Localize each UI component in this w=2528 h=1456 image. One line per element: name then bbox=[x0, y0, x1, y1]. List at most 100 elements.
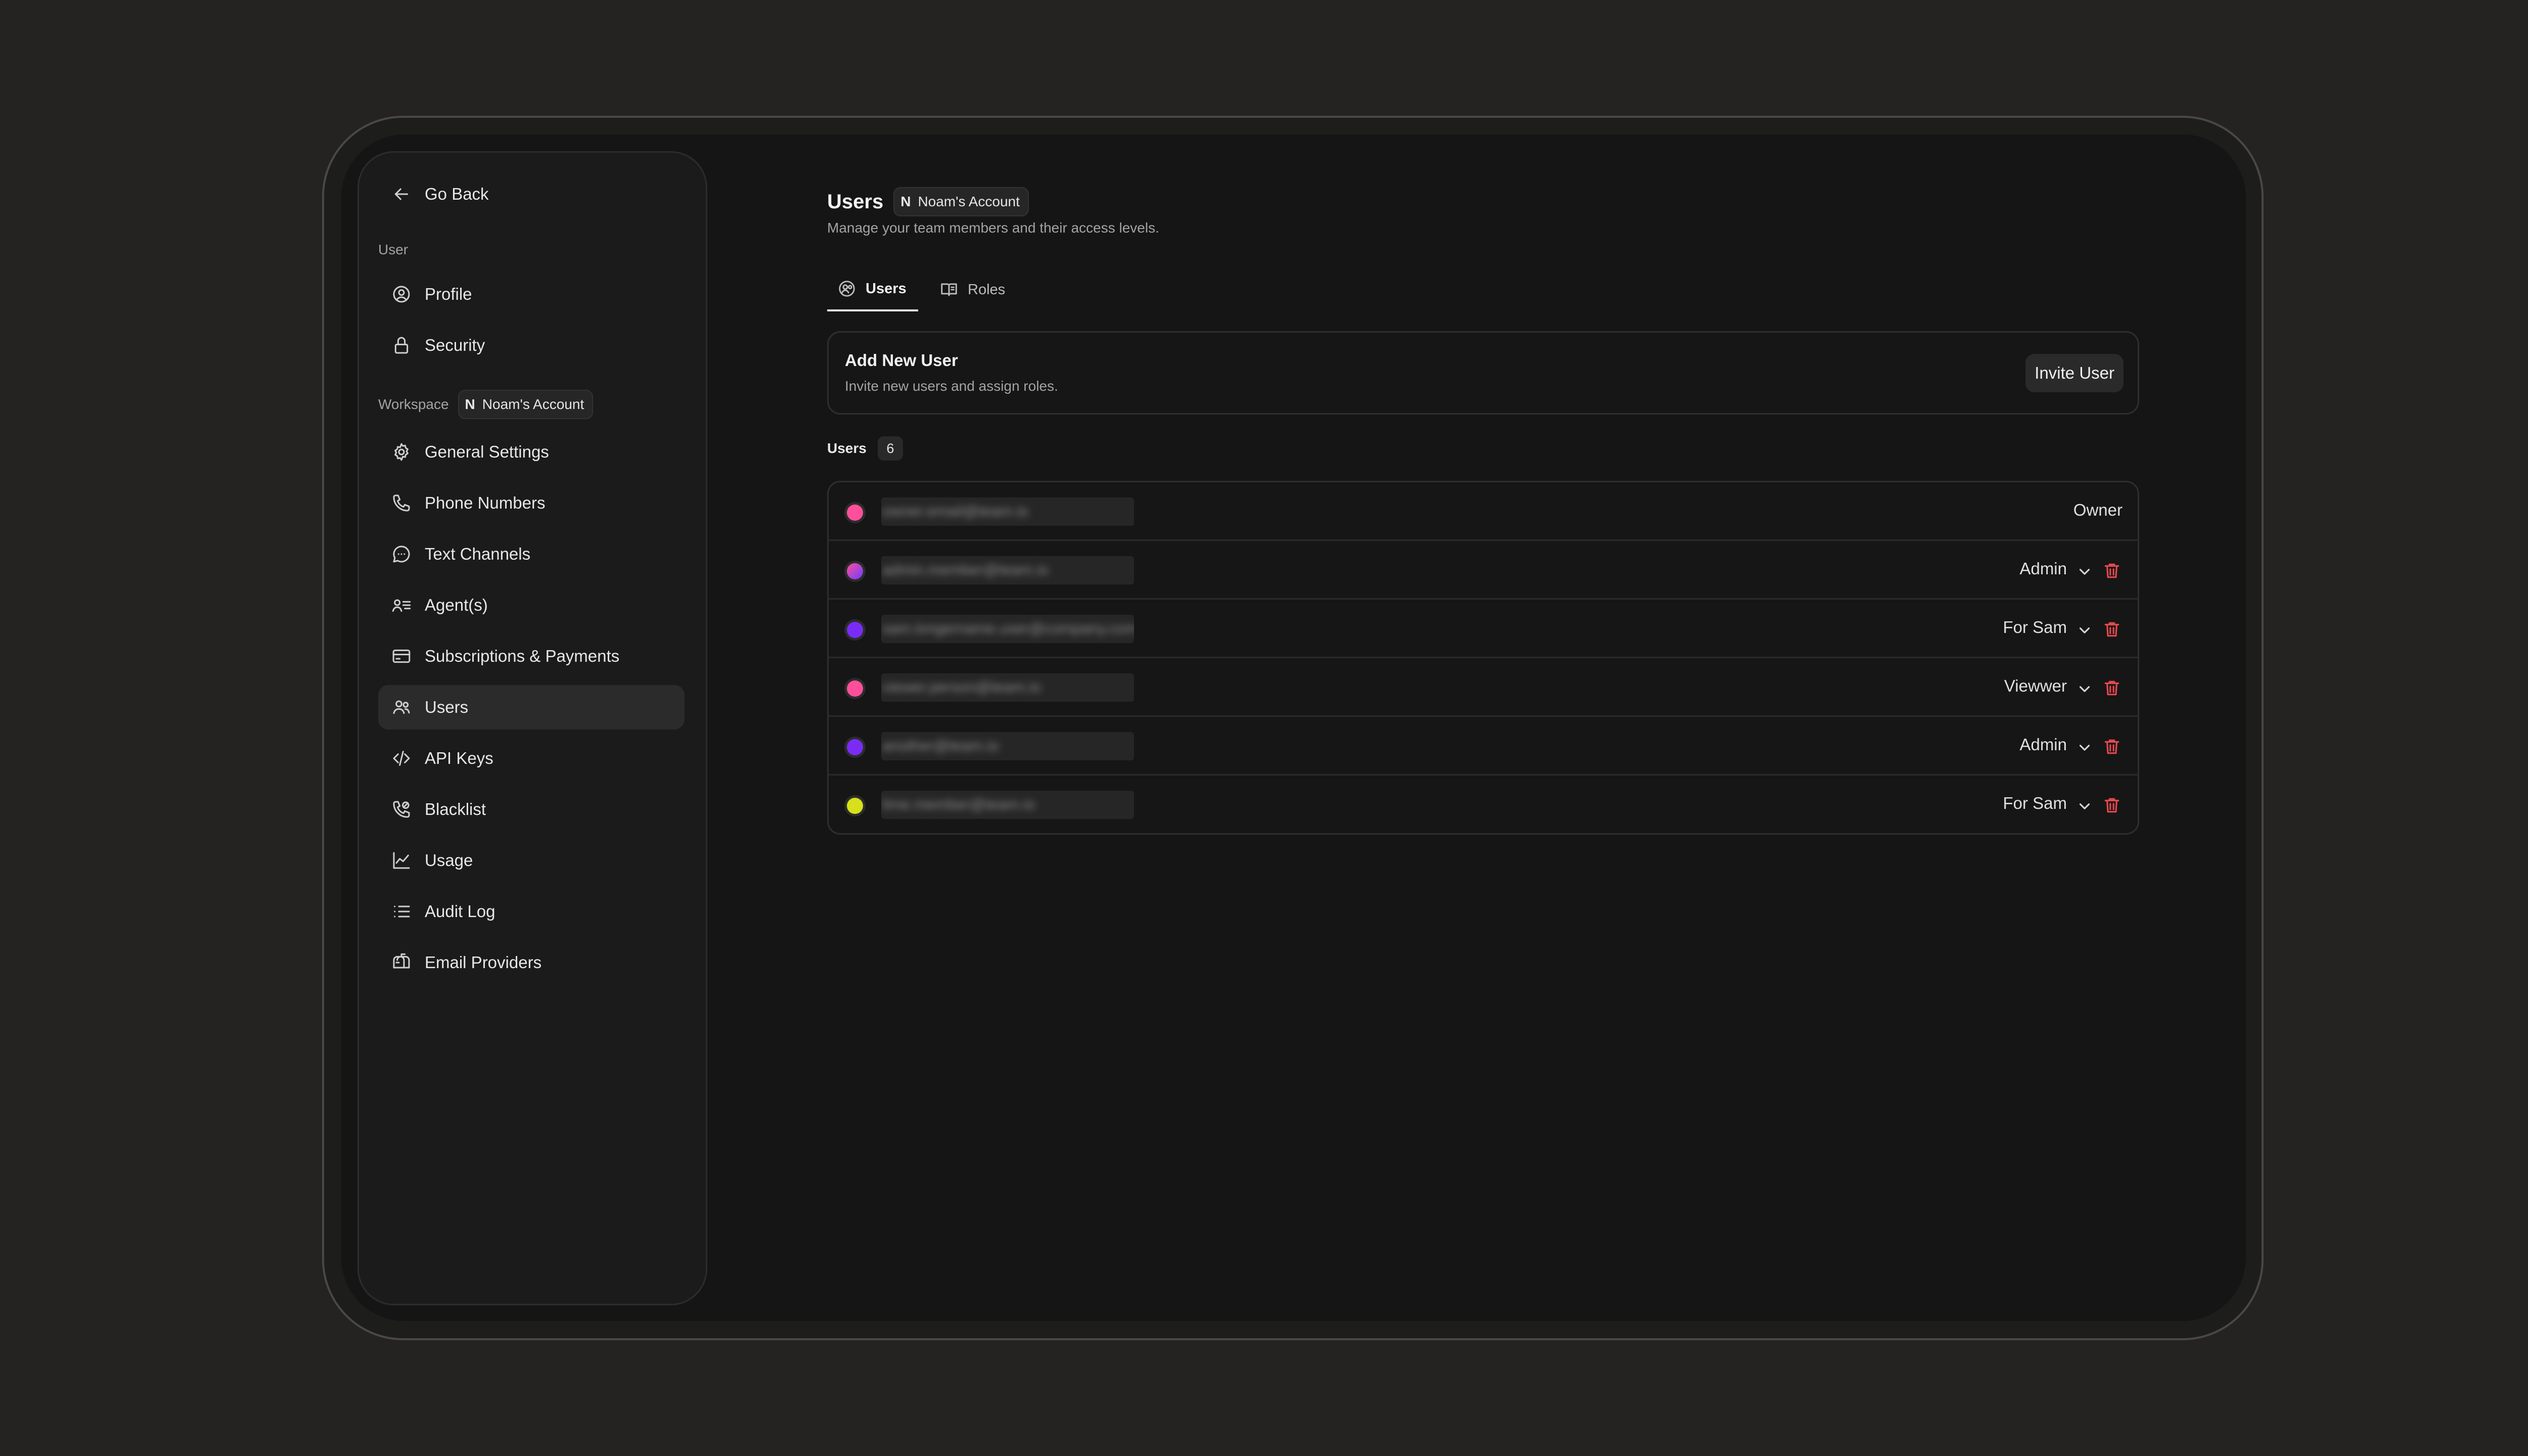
chevron-down-icon[interactable] bbox=[2076, 622, 2093, 639]
sidebar-item-label: Agent(s) bbox=[425, 596, 488, 614]
sidebar-item-profile[interactable]: Profile bbox=[378, 272, 685, 316]
sidebar-item-label: Usage bbox=[425, 851, 473, 870]
user-avatar-dot bbox=[847, 563, 863, 579]
table-row: owner.email@team.io Owner bbox=[829, 482, 2138, 541]
tab-roles[interactable]: Roles bbox=[939, 268, 1005, 311]
user-email: lime.member@team.io bbox=[881, 791, 1134, 819]
users-count-badge: 6 bbox=[877, 436, 903, 461]
sidebar-item-agents[interactable]: Agent(s) bbox=[378, 583, 685, 627]
lock-icon bbox=[390, 334, 413, 356]
user-email: owner.email@team.io bbox=[881, 497, 1134, 526]
sidebar-item-label: Blacklist bbox=[425, 800, 486, 818]
sidebar-item-usage[interactable]: Usage bbox=[378, 838, 685, 883]
trash-icon[interactable] bbox=[2102, 678, 2121, 698]
sidebar-item-security[interactable]: Security bbox=[378, 323, 685, 368]
sidebar-item-label: Audit Log bbox=[425, 902, 495, 921]
sidebar-item-subscriptions[interactable]: Subscriptions & Payments bbox=[378, 634, 685, 678]
trash-icon[interactable] bbox=[2102, 737, 2121, 756]
user-avatar-dot bbox=[847, 505, 863, 521]
sidebar-item-label: Phone Numbers bbox=[425, 493, 546, 512]
code-icon bbox=[390, 747, 413, 769]
add-user-description: Invite new users and assign roles. bbox=[845, 378, 1058, 394]
users-table: owner.email@team.io Owner admin.member@t… bbox=[827, 481, 2139, 835]
sidebar-item-general-settings[interactable]: General Settings bbox=[378, 430, 685, 474]
sidebar-item-blacklist[interactable]: Blacklist bbox=[378, 787, 685, 832]
account-badge-name: Noam's Account bbox=[918, 194, 1020, 209]
table-row: viewer.person@team.io Viewwer bbox=[829, 658, 2138, 717]
sidebar-item-users[interactable]: Users bbox=[378, 685, 685, 730]
user-role-select[interactable]: Viewwer bbox=[2004, 676, 2067, 696]
table-row: admin.member@team.io Admin bbox=[829, 541, 2138, 600]
user-role-select[interactable]: Admin bbox=[2019, 559, 2067, 578]
users-list-label: Users bbox=[827, 440, 867, 456]
phone-blocked-icon bbox=[390, 798, 413, 821]
trash-icon[interactable] bbox=[2102, 620, 2121, 639]
account-badge: N Noam's Account bbox=[893, 187, 1029, 216]
go-back-link[interactable]: Go Back bbox=[378, 172, 685, 216]
sidebar-item-email-providers[interactable]: Email Providers bbox=[378, 940, 685, 985]
sidebar-item-api-keys[interactable]: API Keys bbox=[378, 736, 685, 781]
chevron-down-icon[interactable] bbox=[2076, 680, 2093, 698]
chevron-down-icon[interactable] bbox=[2076, 739, 2093, 756]
user-avatar-dot bbox=[847, 680, 863, 697]
user-circle-icon bbox=[390, 283, 413, 305]
list-icon bbox=[390, 900, 413, 923]
sidebar-item-label: General Settings bbox=[425, 442, 549, 461]
chat-bubble-icon bbox=[390, 543, 413, 565]
user-role-select[interactable]: Admin bbox=[2019, 735, 2067, 754]
user-avatar-dot bbox=[847, 739, 863, 755]
workspace-badge-name: Noam's Account bbox=[482, 396, 584, 412]
book-icon bbox=[941, 283, 957, 296]
user-email: viewer.person@team.io bbox=[881, 673, 1134, 702]
sidebar-item-label: Text Channels bbox=[425, 544, 531, 563]
add-user-card: Add New User Invite new users and assign… bbox=[827, 331, 2139, 415]
user-email: admin.member@team.io bbox=[881, 556, 1134, 584]
user-role-select[interactable]: For Sam bbox=[2003, 618, 2067, 637]
chevron-down-icon[interactable] bbox=[2076, 798, 2093, 815]
trash-icon[interactable] bbox=[2102, 561, 2121, 580]
users-icon bbox=[390, 696, 413, 718]
credit-card-icon bbox=[390, 645, 413, 667]
gear-icon bbox=[390, 441, 413, 463]
user-role-select[interactable]: For Sam bbox=[2003, 794, 2067, 813]
user-avatar-dot bbox=[847, 798, 863, 814]
sidebar-item-phone-numbers[interactable]: Phone Numbers bbox=[378, 481, 685, 525]
tab-users[interactable]: Users bbox=[827, 268, 918, 311]
chevron-down-icon[interactable] bbox=[2076, 563, 2093, 580]
page-header: Users N Noam's Account bbox=[827, 187, 1029, 216]
mailbox-icon bbox=[390, 951, 413, 974]
sidebar-section-user: User bbox=[378, 242, 409, 257]
sidebar-item-label: Users bbox=[425, 698, 469, 716]
sidebar-section-workspace: Workspace bbox=[378, 396, 449, 412]
user-email: sam.longername.user@company.com bbox=[881, 615, 1134, 643]
go-back-label: Go Back bbox=[425, 185, 489, 203]
user-avatar-dot bbox=[847, 622, 863, 638]
users-list-header: Users 6 bbox=[827, 436, 903, 461]
sidebar-item-audit-log[interactable]: Audit Log bbox=[378, 889, 685, 934]
sidebar-item-label: Security bbox=[425, 336, 485, 354]
sidebar-item-text-channels[interactable]: Text Channels bbox=[378, 532, 685, 576]
page-subtitle: Manage your team members and their acces… bbox=[827, 220, 1159, 236]
table-row: another@team.io Admin bbox=[829, 717, 2138, 776]
invite-user-button[interactable]: Invite User bbox=[2025, 354, 2124, 392]
sidebar-item-label: Profile bbox=[425, 285, 472, 303]
agent-list-icon bbox=[390, 594, 413, 616]
line-chart-icon bbox=[390, 849, 413, 872]
table-row: lime.member@team.io For Sam bbox=[829, 776, 2138, 834]
sidebar-item-label: Email Providers bbox=[425, 953, 542, 972]
tab-label: Users bbox=[866, 280, 907, 297]
workspace-section: Workspace N Noam's Account bbox=[378, 390, 594, 419]
table-row: sam.longername.user@company.com For Sam bbox=[829, 600, 2138, 658]
arrow-left-icon bbox=[390, 183, 413, 205]
workspace-badge[interactable]: N Noam's Account bbox=[458, 390, 594, 419]
sidebar-item-label: API Keys bbox=[425, 749, 493, 767]
user-role-label: Owner bbox=[2073, 500, 2123, 519]
add-user-title: Add New User bbox=[845, 351, 958, 370]
sidebar-item-label: Subscriptions & Payments bbox=[425, 647, 620, 665]
account-badge-letter: N bbox=[900, 194, 911, 209]
tab-label: Roles bbox=[968, 281, 1006, 298]
phone-icon bbox=[390, 492, 413, 514]
page-title: Users bbox=[827, 190, 884, 213]
trash-icon[interactable] bbox=[2102, 796, 2121, 815]
workspace-badge-letter: N bbox=[465, 396, 475, 412]
